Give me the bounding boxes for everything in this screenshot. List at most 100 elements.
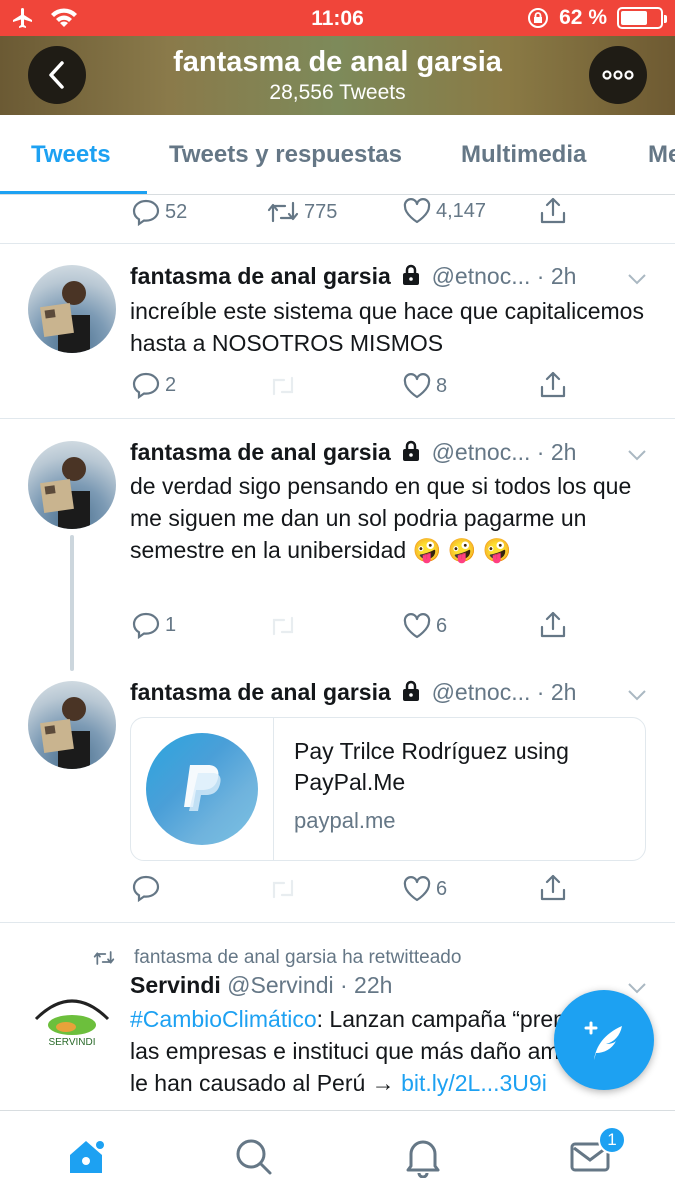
paypal-logo: [146, 733, 258, 845]
retweeted-by: fantasma de anal garsia ha retwitteado: [134, 947, 462, 968]
retweet-context: fantasma de anal garsia ha retwitteado: [92, 947, 461, 969]
more-options-button[interactable]: [589, 46, 647, 104]
rotation-lock-icon: [528, 8, 549, 28]
like-count: 6: [436, 877, 448, 900]
retweet-disabled-icon: [272, 376, 294, 396]
tab-likes[interactable]: Me: [648, 141, 675, 169]
link-card[interactable]: Pay Trilce Rodríguez using PayPal.Me pay…: [130, 717, 646, 861]
tweet-author: fantasma de anal garsia @etnoc... · 2h: [130, 439, 576, 466]
reply-button[interactable]: 1: [131, 610, 176, 640]
nav-home[interactable]: [62, 1133, 110, 1181]
messages-badge: 1: [598, 1126, 626, 1154]
retweet-count: 775: [304, 200, 338, 223]
tweet-text: de verdad sigo pensando en que si todos …: [130, 473, 632, 563]
battery-icon: [617, 7, 667, 29]
bottom-navigation: [0, 1110, 675, 1200]
url-link[interactable]: bit.ly/2L...3U9i: [401, 1070, 547, 1096]
reply-icon: [132, 612, 160, 640]
thread-connector: [70, 535, 74, 671]
avatar-label: SERVINDI: [48, 1037, 95, 1048]
share-icon: [540, 611, 566, 638]
reply-icon: [132, 372, 160, 400]
reply-button[interactable]: [131, 873, 161, 903]
tab-media[interactable]: Multimedia: [461, 141, 586, 169]
compose-tweet-button[interactable]: [554, 990, 654, 1090]
lock-icon: [403, 264, 420, 285]
chevron-down-icon[interactable]: [627, 273, 647, 285]
tweet-count: 28,556 Tweets: [269, 81, 406, 104]
avatar[interactable]: [28, 441, 116, 529]
profile-header: fantasma de anal garsia 28,556 Tweets: [0, 36, 675, 115]
lock-icon: [403, 680, 420, 701]
like-count: 4,147: [436, 199, 487, 222]
author-name: fantasma de anal garsia: [130, 679, 391, 705]
retweet-small-icon: [93, 951, 115, 965]
reply-icon: [132, 199, 160, 227]
paypal-icon: [184, 765, 221, 811]
author-handle: @etnoc...: [431, 263, 531, 289]
share-button[interactable]: [538, 369, 568, 401]
tweet-time: · 2h: [536, 263, 577, 289]
tab-tweets[interactable]: Tweets: [31, 141, 111, 169]
tweet-time: · 22h: [340, 972, 393, 998]
search-icon: [236, 1139, 272, 1175]
share-icon: [540, 371, 566, 398]
author-name: fantasma de anal garsia: [130, 439, 391, 465]
tweet-author: fantasma de anal garsia @etnoc... · 2h: [130, 679, 576, 706]
reply-count: 2: [165, 373, 177, 396]
author-name: fantasma de anal garsia: [130, 263, 391, 289]
active-tab-indicator: [0, 191, 147, 194]
reply-icon: [132, 875, 160, 903]
heart-icon: [403, 373, 431, 399]
reply-button[interactable]: 52: [131, 197, 187, 227]
share-button[interactable]: [538, 609, 568, 641]
heart-icon: [403, 613, 431, 639]
divider: [0, 922, 675, 923]
avatar[interactable]: [28, 681, 116, 769]
retweet-button[interactable]: 775: [266, 197, 337, 227]
author-handle: @etnoc...: [431, 439, 531, 465]
chevron-down-icon[interactable]: [627, 982, 647, 994]
lock-icon: [403, 440, 420, 461]
retweet-icon: [267, 201, 299, 223]
screen: 11:06 62 % fantasma de anal garsia 28,55…: [0, 0, 675, 1200]
reply-button[interactable]: 2: [131, 370, 176, 400]
chevron-down-icon[interactable]: [627, 689, 647, 701]
status-bar: 11:06 62 %: [0, 0, 675, 36]
like-count: 8: [436, 374, 448, 397]
like-count: 6: [436, 614, 448, 637]
share-button[interactable]: [538, 195, 568, 227]
tweet-author: fantasma de anal garsia @etnoc... · 2h: [130, 263, 576, 290]
author-handle: @Servindi: [227, 972, 334, 998]
card-thumbnail: [131, 718, 274, 860]
retweet-disabled-icon: [272, 616, 294, 636]
avatar[interactable]: [28, 265, 116, 353]
share-button[interactable]: [538, 872, 568, 904]
divider: [0, 418, 675, 419]
like-button[interactable]: 6: [402, 875, 447, 903]
nav-search[interactable]: [230, 1133, 278, 1181]
like-button[interactable]: 8: [402, 372, 447, 400]
share-icon: [540, 197, 566, 224]
retweet-button-disabled: [268, 875, 298, 903]
tab-tweets-and-replies[interactable]: Tweets y respuestas: [169, 141, 402, 169]
tweet-time: · 2h: [536, 679, 577, 705]
chevron-down-icon[interactable]: [627, 449, 647, 461]
nav-notifications[interactable]: [399, 1133, 447, 1181]
ellipsis-icon: [602, 70, 634, 80]
servindi-avatar[interactable]: SERVINDI: [28, 975, 116, 1063]
reply-count: 52: [165, 200, 188, 223]
retweet-disabled-icon: [272, 879, 294, 899]
retweet-button-disabled: [268, 612, 298, 640]
heart-icon: [403, 198, 431, 224]
battery-percent: 62 %: [559, 6, 607, 29]
card-domain: paypal.me: [294, 808, 396, 833]
hashtag-link[interactable]: #CambioClimático: [130, 1006, 317, 1032]
heart-icon: [403, 876, 431, 902]
compose-feather-icon: [584, 1021, 622, 1060]
like-button[interactable]: 4,147: [402, 197, 486, 225]
card-title: Pay Trilce Rodríguez using PayPal.Me: [294, 738, 569, 795]
like-button[interactable]: 6: [402, 612, 447, 640]
timeline[interactable]: 52 775 4,147 fantasma de anal garsia @et…: [0, 195, 675, 1110]
profile-name: fantasma de anal garsia: [173, 46, 502, 78]
